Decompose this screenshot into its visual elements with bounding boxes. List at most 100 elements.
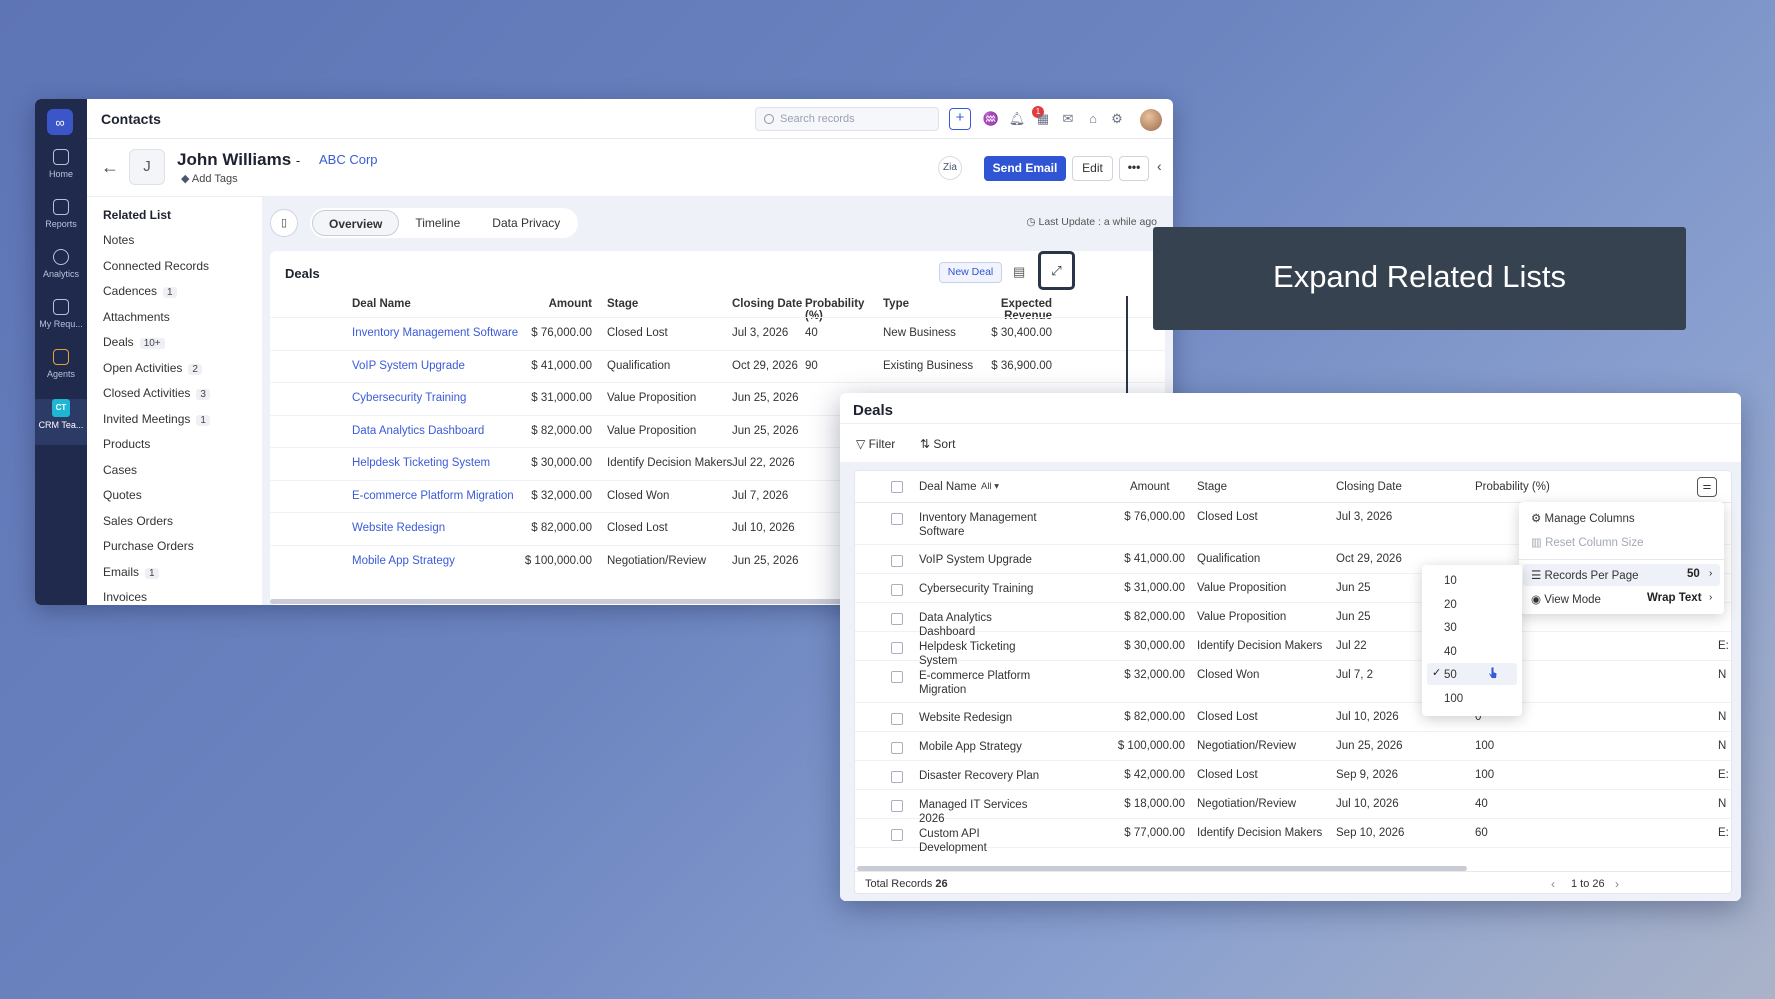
row-checkbox[interactable] bbox=[891, 742, 903, 754]
checkmark-icon: ✓ bbox=[1432, 667, 1442, 679]
related-list-item[interactable]: Emails 1 bbox=[103, 565, 159, 579]
row-checkbox[interactable] bbox=[891, 642, 903, 654]
apps-grid-icon[interactable]: ⠿ bbox=[1169, 110, 1174, 128]
total-records-count: 26 bbox=[935, 878, 948, 890]
rail-item-crm-teamspace[interactable]: CT CRM Tea... bbox=[35, 399, 87, 445]
tab-timeline[interactable]: Timeline bbox=[399, 210, 476, 236]
records-per-page-option[interactable]: 20 bbox=[1444, 599, 1457, 611]
rail-item-home[interactable]: Home bbox=[35, 149, 87, 195]
mail-icon[interactable]: ✉ bbox=[1059, 110, 1077, 128]
column-header[interactable]: Deal Name bbox=[919, 481, 977, 493]
sort-icon: ⇅ bbox=[920, 437, 931, 451]
related-list-item[interactable]: Purchase Orders bbox=[103, 539, 194, 553]
zia-icon[interactable]: ♒ bbox=[982, 110, 1000, 128]
deal-name-filter-dropdown[interactable]: All ▾ bbox=[981, 481, 999, 492]
related-list-item[interactable]: Products bbox=[103, 437, 150, 451]
records-per-page-option[interactable]: 10 bbox=[1444, 575, 1457, 587]
next-page-icon[interactable]: › bbox=[1615, 877, 1619, 891]
records-per-page-option[interactable]: 100 bbox=[1444, 693, 1463, 705]
related-list-item[interactable]: Open Activities 2 bbox=[103, 361, 202, 375]
related-list-item[interactable]: Cadences 1 bbox=[103, 284, 177, 298]
previous-page-icon[interactable]: ‹ bbox=[1551, 877, 1555, 891]
table-cell: 60 bbox=[1475, 827, 1488, 839]
view-mode-item[interactable]: ◉ View Mode bbox=[1531, 592, 1601, 606]
reset-column-size-item[interactable]: ▥ Reset Column Size bbox=[1531, 535, 1644, 549]
add-tags-button[interactable]: ◆ Add Tags bbox=[181, 172, 238, 185]
related-list-item[interactable]: Sales Orders bbox=[103, 514, 173, 528]
marketplace-icon[interactable]: ⌂ bbox=[1084, 110, 1102, 128]
rail-item-agents[interactable]: Agents bbox=[35, 349, 87, 395]
sort-button[interactable]: ⇅ Sort bbox=[920, 437, 955, 451]
row-checkbox[interactable] bbox=[891, 671, 903, 683]
calendar-icon[interactable]: ▦ bbox=[1034, 110, 1052, 128]
horizontal-scrollbar[interactable] bbox=[270, 599, 870, 604]
user-avatar[interactable] bbox=[1140, 109, 1162, 131]
search-input[interactable]: Search records bbox=[755, 107, 939, 131]
table-row[interactable]: Website Redesign $ 82,000.00 Closed Lost Ju… bbox=[855, 703, 1731, 732]
column-header[interactable]: Probability (%) bbox=[1475, 481, 1550, 493]
column-header[interactable]: Closing Date bbox=[1336, 481, 1402, 493]
column-header[interactable]: Amount bbox=[1130, 481, 1170, 493]
column-header[interactable]: Stage bbox=[1197, 481, 1227, 493]
table-cell: Jul 3, 2026 bbox=[1336, 511, 1393, 523]
records-per-page-option[interactable]: 40 bbox=[1444, 646, 1457, 658]
tab-data-privacy[interactable]: Data Privacy bbox=[476, 210, 576, 236]
related-list-item[interactable]: Cases bbox=[103, 463, 137, 477]
gear-icon[interactable]: ⚙ bbox=[1108, 110, 1126, 128]
more-actions-button[interactable]: ••• bbox=[1119, 156, 1149, 181]
rail-item-reports[interactable]: Reports bbox=[35, 199, 87, 245]
tab-overview[interactable]: Overview bbox=[312, 210, 400, 236]
select-all-checkbox[interactable] bbox=[891, 481, 903, 493]
table-cell: Closed Lost bbox=[1197, 769, 1258, 781]
row-checkbox[interactable] bbox=[891, 555, 903, 567]
clock-icon: ◷ bbox=[1026, 216, 1036, 228]
related-list-item[interactable]: Deals 10+ bbox=[103, 335, 165, 349]
company-link[interactable]: ABC Corp bbox=[319, 152, 378, 167]
table-row[interactable]: Helpdesk Ticketing System $ 30,000.00 Iden… bbox=[855, 632, 1731, 667]
row-checkbox[interactable] bbox=[891, 771, 903, 783]
related-list-item[interactable]: Notes bbox=[103, 233, 134, 247]
send-email-button[interactable]: Send Email bbox=[984, 156, 1066, 181]
table-row[interactable]: Custom API Development $ 77,000.00 Identif… bbox=[855, 819, 1731, 854]
row-checkbox[interactable] bbox=[891, 800, 903, 812]
table-row[interactable]: E-commerce Platform Migration $ 32,000.00… bbox=[855, 661, 1731, 703]
table-settings-icon[interactable]: ▤ bbox=[1013, 264, 1025, 280]
bell-icon[interactable]: 🔔︎ bbox=[1008, 110, 1026, 128]
row-checkbox[interactable] bbox=[891, 613, 903, 625]
my-requests-icon bbox=[53, 299, 69, 315]
column-settings-icon[interactable]: ⚌ bbox=[1697, 477, 1717, 497]
table-cell: $ 100,000.00 bbox=[524, 554, 592, 567]
new-deal-button[interactable]: New Deal bbox=[939, 262, 1002, 283]
related-list-item[interactable]: Closed Activities 3 bbox=[103, 386, 210, 400]
column-header[interactable]: Stage bbox=[607, 298, 737, 310]
related-list-item[interactable]: Connected Records bbox=[103, 259, 209, 273]
left-rail: ∞ Home Reports Analytics My Requ... Agen… bbox=[35, 99, 87, 605]
filter-button[interactable]: ▽ Filter bbox=[856, 437, 895, 451]
rail-item-my-requests[interactable]: My Requ... bbox=[35, 299, 87, 345]
panel-toggle-icon[interactable]: ▯ bbox=[270, 209, 298, 237]
table-row[interactable]: Managed IT Services 2026 $ 18,000.00 Negot… bbox=[855, 790, 1731, 825]
zia-assist-icon[interactable]: Zia bbox=[938, 156, 962, 180]
records-per-page-item[interactable]: ☰ Records Per Page bbox=[1531, 568, 1638, 582]
column-header[interactable]: Amount bbox=[490, 298, 592, 310]
related-list-item[interactable]: Quotes bbox=[103, 488, 142, 502]
create-new-button[interactable]: + bbox=[949, 108, 971, 130]
back-arrow-icon[interactable]: ← bbox=[101, 157, 119, 178]
table-row[interactable]: Disaster Recovery Plan $ 42,000.00 Closed … bbox=[855, 761, 1731, 790]
related-list-item[interactable]: Invoices bbox=[103, 590, 147, 604]
row-checkbox[interactable] bbox=[891, 713, 903, 725]
row-checkbox[interactable] bbox=[891, 829, 903, 841]
records-per-page-option[interactable]: 50 bbox=[1444, 669, 1457, 681]
app-logo-icon[interactable]: ∞ bbox=[47, 109, 73, 135]
edit-button[interactable]: Edit bbox=[1072, 156, 1113, 181]
row-checkbox[interactable] bbox=[891, 584, 903, 596]
records-per-page-option[interactable]: 30 bbox=[1444, 622, 1457, 634]
rail-item-analytics[interactable]: Analytics bbox=[35, 249, 87, 295]
related-list-item[interactable]: Attachments bbox=[103, 310, 170, 324]
previous-record-icon[interactable]: ‹ bbox=[1157, 158, 1162, 174]
row-checkbox[interactable] bbox=[891, 513, 903, 525]
expand-related-list-button[interactable]: ⤢ bbox=[1038, 251, 1075, 290]
table-row[interactable]: Mobile App Strategy $ 100,000.00 Negotiati… bbox=[855, 732, 1731, 761]
manage-columns-item[interactable]: ⚙ Manage Columns bbox=[1531, 511, 1635, 525]
related-list-item[interactable]: Invited Meetings 1 bbox=[103, 412, 210, 426]
